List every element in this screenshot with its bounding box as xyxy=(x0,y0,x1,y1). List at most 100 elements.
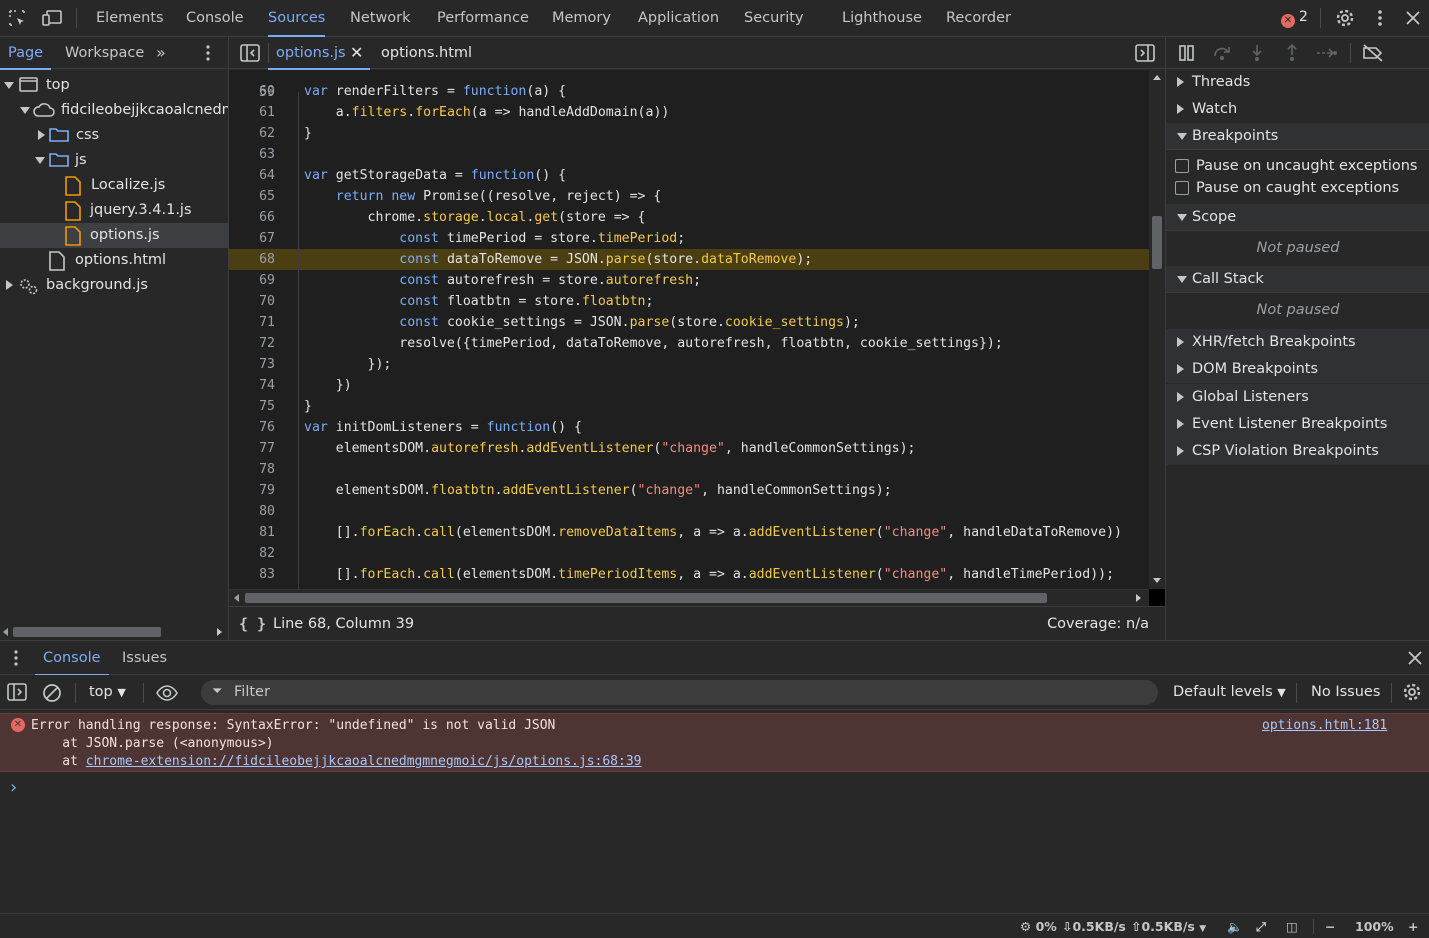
tree-item-js-folder[interactable]: js xyxy=(0,148,228,173)
line-number[interactable]: 64 xyxy=(229,165,275,186)
step-into-icon[interactable] xyxy=(1248,44,1266,66)
collapse-arrow-icon[interactable] xyxy=(1177,337,1184,347)
console-prompt-icon[interactable]: › xyxy=(10,777,17,798)
more-tabs-chevron-icon[interactable]: » xyxy=(156,43,166,62)
code-line[interactable]: 69 const autorefresh = store.autorefresh… xyxy=(229,270,1149,291)
line-number[interactable]: 67 xyxy=(229,228,275,249)
line-number[interactable]: 60 xyxy=(229,81,275,102)
code-line[interactable]: 64 var getStorageData = function() { xyxy=(229,165,1149,186)
line-number[interactable]: 74 xyxy=(229,375,275,396)
step-icon[interactable] xyxy=(1316,44,1338,66)
line-number[interactable]: 81 xyxy=(229,522,275,543)
drawer-tab-console[interactable]: Console xyxy=(35,641,109,676)
code-line[interactable]: 80 xyxy=(229,501,1149,522)
tree-item-css-folder[interactable]: css xyxy=(0,123,228,148)
tab-application[interactable]: Application xyxy=(638,0,719,37)
line-number[interactable]: 75 xyxy=(229,396,275,417)
code-line[interactable]: 65 return new Promise((resolve, reject) … xyxy=(229,186,1149,207)
scrollbar-thumb[interactable] xyxy=(1152,216,1162,269)
scroll-right-icon[interactable] xyxy=(1136,594,1141,602)
section-event-listener-breakpoints[interactable]: Event Listener Breakpoints xyxy=(1166,411,1429,438)
editor-tab-options-html[interactable]: options.html xyxy=(381,37,472,69)
step-out-icon[interactable] xyxy=(1283,43,1301,66)
tree-item-options-js[interactable]: options.js xyxy=(0,223,228,248)
tab-recorder[interactable]: Recorder xyxy=(946,0,1011,37)
collapse-arrow-icon[interactable] xyxy=(38,130,45,140)
log-levels-dropdown[interactable]: Default levels ▼ xyxy=(1173,675,1286,710)
code-line[interactable]: 75} xyxy=(229,396,1149,417)
line-number[interactable]: 72 xyxy=(229,333,275,354)
tree-item-top[interactable]: top xyxy=(0,73,228,98)
scroll-right-icon[interactable] xyxy=(217,628,222,636)
navigator-menu-icon[interactable] xyxy=(198,43,218,67)
console-settings-gear-icon[interactable] xyxy=(1402,682,1422,706)
line-number[interactable]: 71 xyxy=(229,312,275,333)
code-line[interactable]: 76 var initDomListeners = function() { xyxy=(229,417,1149,438)
error-source-link[interactable]: options.html:181 xyxy=(1262,717,1387,735)
tab-security[interactable]: Security xyxy=(744,0,804,37)
zoom-in-icon[interactable]: + xyxy=(1408,914,1418,938)
line-number[interactable]: 70 xyxy=(229,291,275,312)
tree-item-extension[interactable]: fidcileobejjkcaoalcnedmgmnegmoic xyxy=(0,98,228,123)
line-number[interactable]: 82 xyxy=(229,543,275,564)
scroll-up-icon[interactable] xyxy=(1153,75,1161,80)
code-line[interactable]: 77 elementsDOM.autorefresh.addEventListe… xyxy=(229,438,1149,459)
pause-caught-option[interactable]: Pause on caught exceptions xyxy=(1166,177,1429,199)
code-line[interactable]: 60 var renderFilters = function(a) { xyxy=(229,81,1149,102)
collapse-arrow-icon[interactable] xyxy=(1177,77,1184,87)
console-output[interactable]: › xyxy=(0,772,1429,913)
line-number[interactable]: 77 xyxy=(229,438,275,459)
code-line[interactable]: 81 [].forEach.call(elementsDOM.removeDat… xyxy=(229,522,1149,543)
tree-item-options-html[interactable]: options.html xyxy=(0,248,228,273)
tab-lighthouse[interactable]: Lighthouse xyxy=(842,0,922,37)
section-threads[interactable]: Threads xyxy=(1166,69,1429,96)
navigator-hscrollbar[interactable] xyxy=(0,624,228,640)
collapse-arrow-icon[interactable] xyxy=(1177,364,1184,374)
drawer-menu-icon[interactable] xyxy=(8,648,24,672)
code-line[interactable]: 78 xyxy=(229,459,1149,480)
scroll-down-icon[interactable] xyxy=(1153,578,1161,583)
pause-uncaught-option[interactable]: Pause on uncaught exceptions xyxy=(1166,155,1429,177)
expand-arrow-icon[interactable] xyxy=(35,157,45,164)
editor-tab-options-js[interactable]: options.js xyxy=(268,37,370,70)
code-line[interactable]: 72 resolve({timePeriod, dataToRemove, au… xyxy=(229,333,1149,354)
section-global-listeners[interactable]: Global Listeners xyxy=(1166,384,1429,411)
tab-workspace[interactable]: Workspace xyxy=(65,37,144,69)
pretty-print-icon[interactable]: { } xyxy=(239,607,266,641)
code-line[interactable]: 70 const floatbtn = store.floatbtn; xyxy=(229,291,1149,312)
scroll-left-icon[interactable] xyxy=(234,594,239,602)
pause-uncaught-checkbox[interactable] xyxy=(1175,159,1189,173)
settings-gear-icon[interactable] xyxy=(1335,8,1355,28)
live-expression-eye-icon[interactable] xyxy=(155,683,179,707)
code-vscrollbar[interactable] xyxy=(1149,70,1165,589)
toggle-navigator-icon[interactable] xyxy=(240,44,260,66)
line-number[interactable]: 76 xyxy=(229,417,275,438)
line-number[interactable]: 68 xyxy=(229,249,275,270)
section-scope[interactable]: Scope Not paused xyxy=(1166,204,1429,265)
tab-memory[interactable]: Memory xyxy=(552,0,611,37)
code-line[interactable]: 67 const timePeriod = store.timePeriod; xyxy=(229,228,1149,249)
tree-item-background-js[interactable]: background.js xyxy=(0,273,228,298)
scrollbar-thumb[interactable] xyxy=(13,627,161,637)
collapse-arrow-icon[interactable] xyxy=(1177,446,1184,456)
inspect-element-icon[interactable] xyxy=(7,8,27,28)
expand-arrow-icon[interactable] xyxy=(4,82,14,89)
tab-sources[interactable]: Sources xyxy=(268,0,326,37)
collapse-arrow-icon[interactable] xyxy=(1177,419,1184,429)
code-line[interactable]: 74 }) xyxy=(229,375,1149,396)
source-link[interactable]: chrome-extension://fidcileobejjkcaoalcne… xyxy=(86,754,642,769)
pause-caught-checkbox[interactable] xyxy=(1175,181,1189,195)
code-line[interactable]: 82 xyxy=(229,543,1149,564)
line-number[interactable]: 63 xyxy=(229,144,275,165)
error-count-badge[interactable]: ✕ 2 xyxy=(1281,9,1308,28)
code-line[interactable]: 71 const cookie_settings = JSON.parse(st… xyxy=(229,312,1149,333)
section-dom-breakpoints[interactable]: DOM Breakpoints xyxy=(1166,356,1429,383)
tab-console[interactable]: Console xyxy=(186,0,244,37)
section-breakpoints[interactable]: Breakpoints xyxy=(1166,123,1429,150)
line-number[interactable]: 65 xyxy=(229,186,275,207)
line-number[interactable]: 61 xyxy=(229,102,275,123)
cursor-position[interactable]: Line 68, Column 39 xyxy=(273,607,414,641)
section-watch[interactable]: Watch xyxy=(1166,96,1429,123)
zoom-out-icon[interactable]: − xyxy=(1325,914,1335,938)
close-tab-icon[interactable]: ✕ xyxy=(350,43,363,62)
